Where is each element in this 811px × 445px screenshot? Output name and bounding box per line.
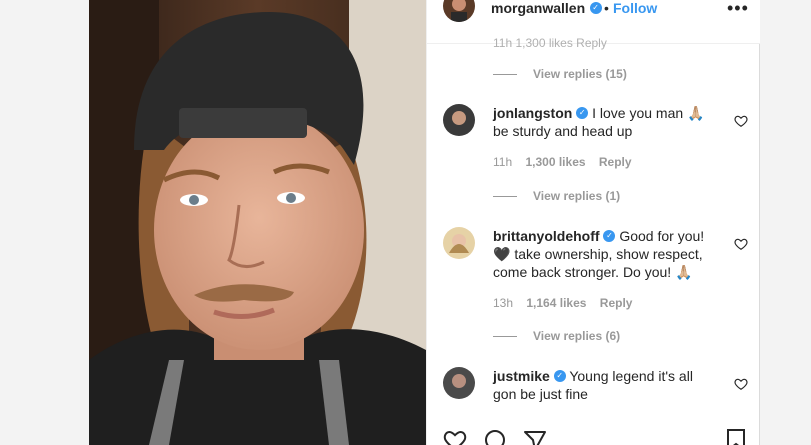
post-video[interactable] — [89, 0, 426, 445]
view-replies-label: View replies (1) — [533, 189, 621, 203]
author-username-row: morganwallen ✓ — [491, 0, 602, 18]
commenter-avatar[interactable] — [443, 227, 475, 259]
comment-time: 13h — [493, 296, 514, 310]
reply-button[interactable]: Reply — [599, 155, 632, 169]
heart-icon[interactable] — [443, 428, 467, 445]
author-avatar[interactable] — [443, 0, 475, 22]
comment-text-block: jonlangston ✓ I love you man 🙏🏼 be sturd… — [493, 104, 711, 140]
view-replies-label: View replies (15) — [533, 67, 627, 81]
heart-icon[interactable] — [734, 114, 748, 128]
screen: morganwallen ✓ • Follow ••• 11h 1,300 li… — [0, 0, 811, 445]
commenter-username[interactable]: jonlangston — [493, 105, 572, 121]
page-background-left — [0, 0, 89, 445]
verified-badge-icon: ✓ — [576, 107, 589, 120]
comment-likes[interactable]: 1,300 likes — [525, 155, 585, 169]
replies-divider-line — [493, 336, 517, 338]
avatar-image — [443, 104, 475, 136]
comment-text-block: justmike ✓ Young legend it's all gon be … — [493, 367, 711, 403]
avatar-image — [443, 367, 475, 399]
separator-dot: • — [604, 0, 609, 16]
follow-button[interactable]: Follow — [613, 0, 657, 16]
commenter-username[interactable]: justmike — [493, 368, 550, 384]
commenter-avatar[interactable] — [443, 104, 475, 136]
view-replies-label: View replies (6) — [533, 329, 621, 343]
heart-icon[interactable] — [734, 377, 748, 391]
author-username[interactable]: morganwallen — [491, 0, 585, 16]
avatar-image — [443, 227, 475, 259]
share-icon[interactable] — [523, 428, 547, 445]
view-replies-button[interactable]: View replies (15) — [493, 67, 627, 81]
comment-meta: 11h 1,300 likes Reply — [493, 155, 642, 169]
verified-badge-icon: ✓ — [603, 230, 616, 243]
post-action-bar — [443, 428, 745, 445]
reply-button[interactable]: Reply — [600, 296, 633, 310]
comment-time: 11h — [493, 155, 513, 169]
replies-divider-line — [493, 196, 517, 198]
more-options-icon[interactable]: ••• — [727, 0, 749, 19]
replies-divider-line — [493, 74, 517, 76]
comment-meta: 13h 1,164 likes Reply — [493, 296, 642, 310]
verified-badge-icon: ✓ — [553, 370, 566, 383]
post-side-panel: morganwallen ✓ • Follow ••• 11h 1,300 li… — [426, 0, 761, 445]
view-replies-button[interactable]: View replies (1) — [493, 189, 620, 203]
commenter-avatar[interactable] — [443, 367, 475, 399]
comment-text-block: brittanyoldehoff ✓ Good for you! 🖤 take … — [493, 227, 711, 281]
video-frame-image — [89, 0, 426, 445]
heart-icon[interactable] — [734, 237, 748, 251]
previous-comment-meta: 11h 1,300 likes Reply — [493, 36, 607, 50]
avatar-image — [443, 0, 475, 22]
bookmark-icon[interactable] — [725, 428, 747, 445]
comment-icon[interactable] — [483, 428, 507, 445]
comment-likes[interactable]: 1,164 likes — [526, 296, 586, 310]
verified-badge-icon: ✓ — [589, 1, 602, 14]
commenter-username[interactable]: brittanyoldehoff — [493, 228, 600, 244]
page-background-right — [760, 0, 811, 445]
view-replies-button[interactable]: View replies (6) — [493, 329, 620, 343]
